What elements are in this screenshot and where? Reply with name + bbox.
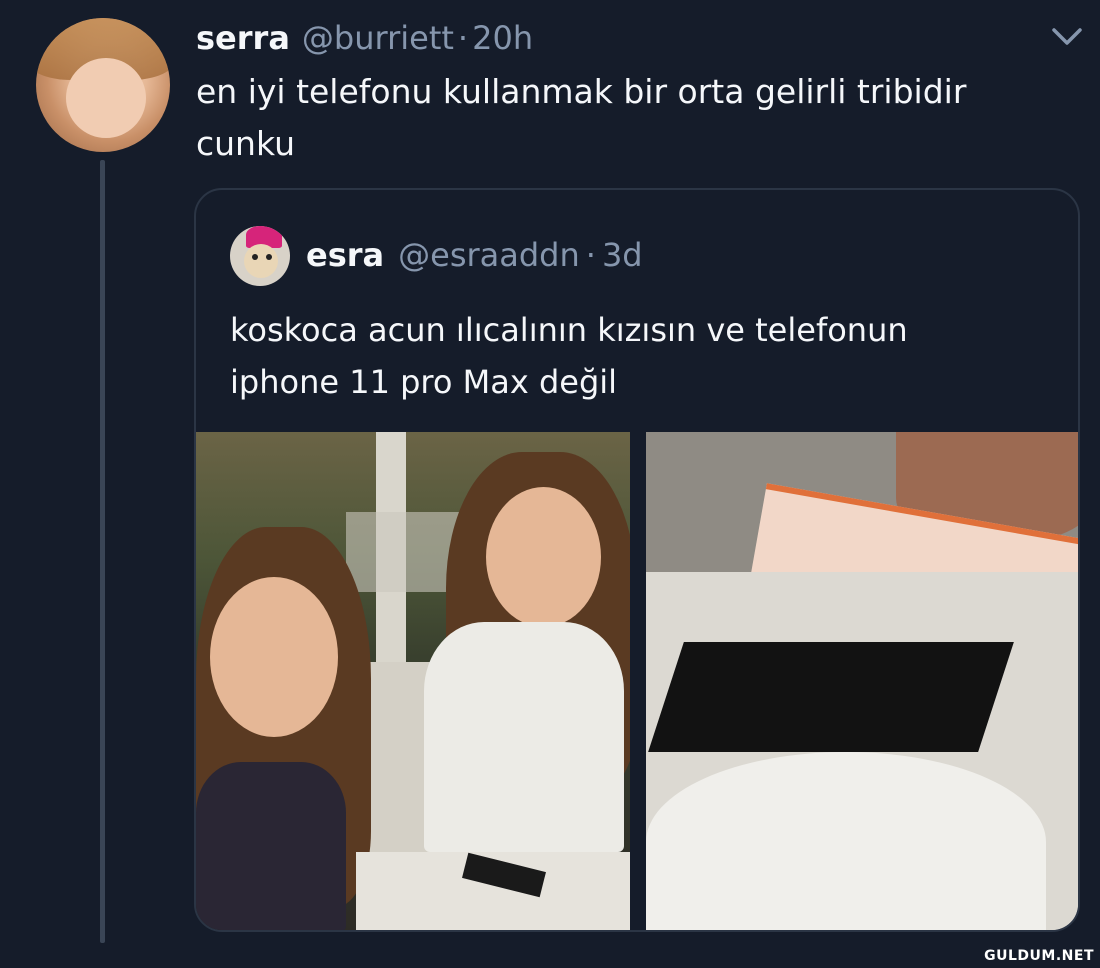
avatar-eye [252, 254, 258, 260]
author-name[interactable]: serra [196, 19, 290, 57]
separator: · [457, 19, 469, 57]
photo-phone [648, 642, 1014, 752]
tweet-time[interactable]: 20h [472, 19, 533, 57]
quoted-author-handle[interactable]: @esraaddn [398, 236, 580, 274]
thread-line [100, 160, 105, 943]
avatar-eye [266, 254, 272, 260]
quoted-tweet[interactable]: esra @esraaddn · 3d koskoca acun ılıcalı… [194, 188, 1080, 932]
photo-face [210, 577, 338, 737]
photo-jacket [424, 622, 624, 852]
quoted-tweet-text: koskoca acun ılıcalının kızısın ve telef… [230, 311, 908, 401]
photo-girls-at-table[interactable] [196, 432, 630, 930]
avatar-dog [244, 244, 278, 278]
quoted-author-avatar[interactable] [230, 226, 290, 286]
photo-plate [646, 752, 1046, 930]
photo-phone-on-table[interactable] [646, 432, 1078, 930]
photo-face [486, 487, 601, 627]
avatar-face [66, 58, 146, 138]
quoted-author-name[interactable]: esra [306, 236, 384, 274]
tweet-header: serra @burriett · 20h [196, 16, 533, 60]
separator: · [585, 236, 596, 274]
author-avatar[interactable] [36, 18, 170, 152]
quoted-tweet-header: esra @esraaddn · 3d [306, 230, 643, 280]
author-handle[interactable]: @burriett [302, 19, 454, 57]
tweet-text: en iyi telefonu kullanmak bir orta gelir… [196, 72, 967, 163]
watermark: GULDUM.NET [984, 948, 1094, 964]
chevron-down-icon[interactable] [1050, 26, 1084, 48]
quoted-tweet-time[interactable]: 3d [602, 236, 643, 274]
photo-dress [196, 762, 346, 930]
